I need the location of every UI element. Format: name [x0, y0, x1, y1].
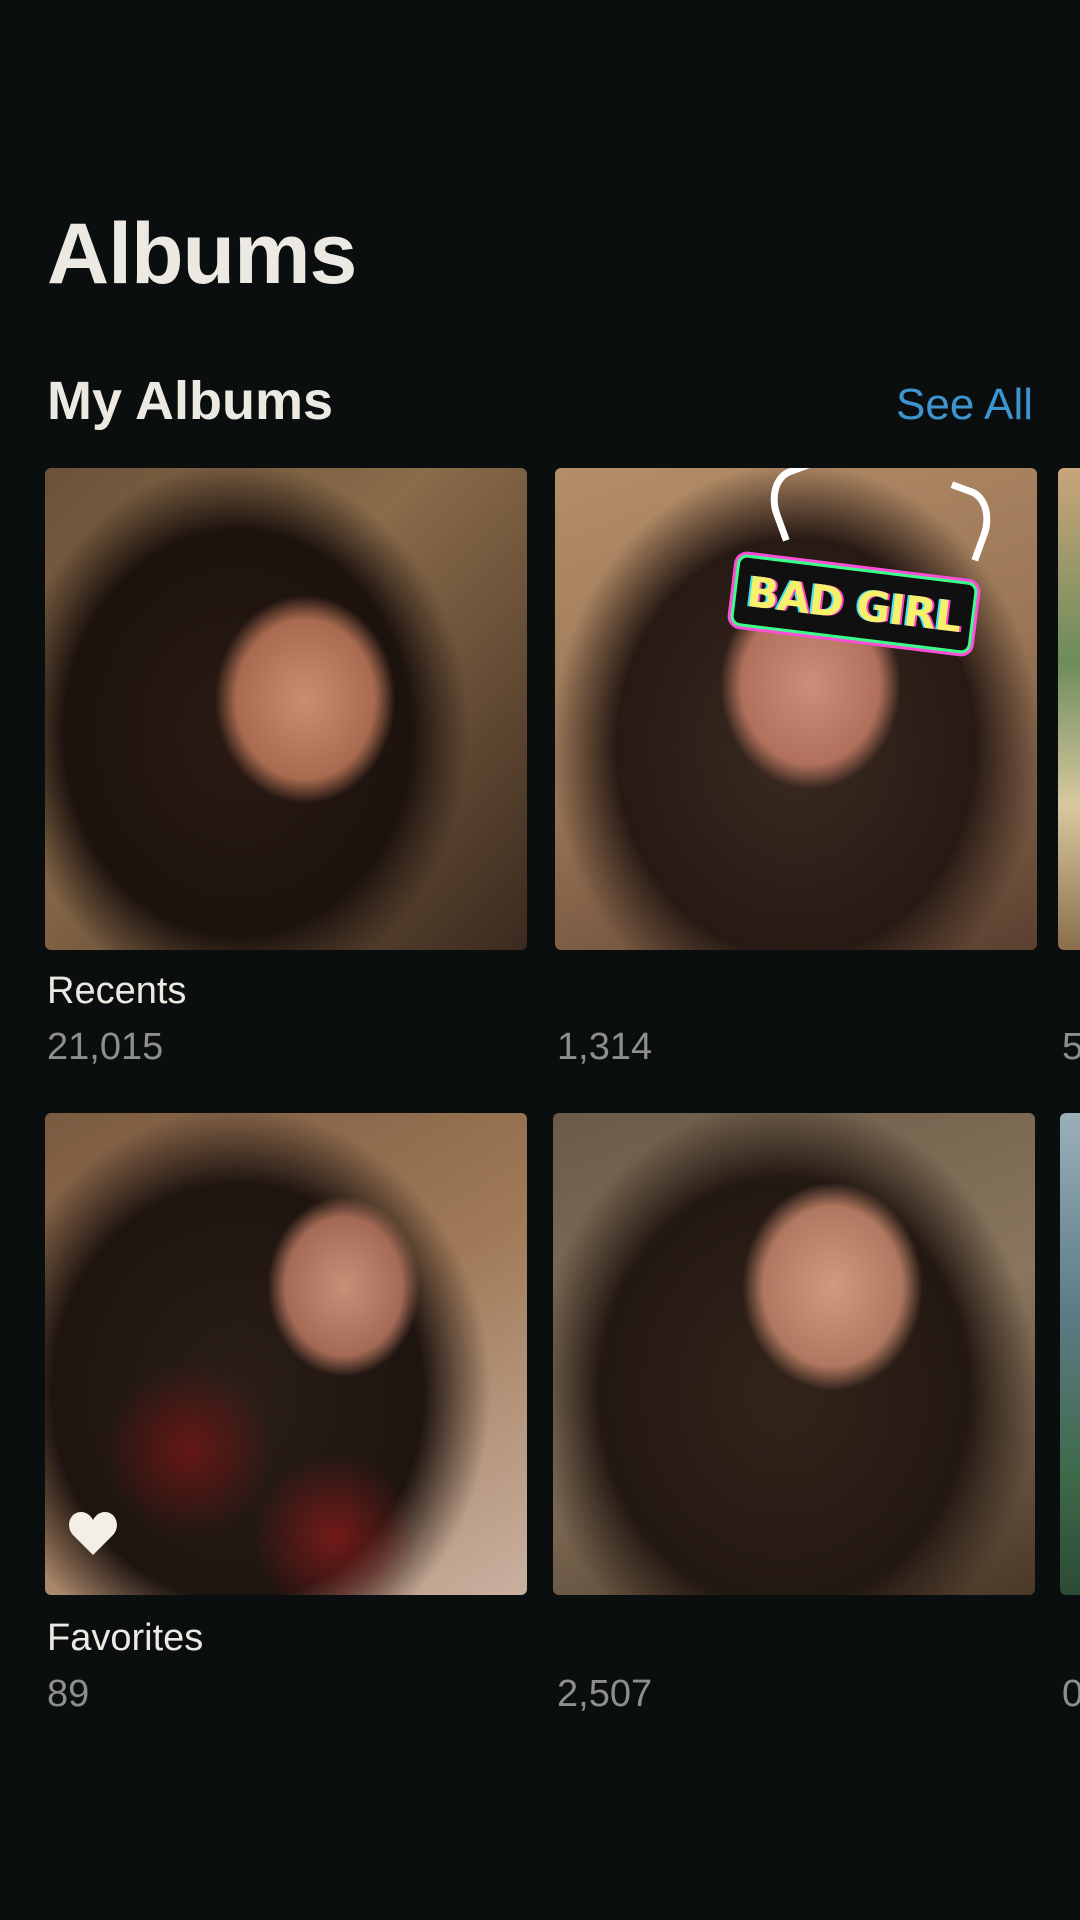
- sticker-text: BAD GIRL: [744, 566, 964, 642]
- heart-icon: [69, 1512, 117, 1555]
- section-title-my-albums: My Albums: [47, 371, 334, 431]
- album-cover-image: [45, 468, 527, 950]
- sticker-badge: BAD GIRL: [729, 553, 979, 655]
- see-all-link[interactable]: See All: [896, 380, 1033, 430]
- album-count: 89: [47, 1673, 90, 1715]
- album-count: 1,314: [557, 1026, 653, 1068]
- devil-horn-right-icon: [930, 481, 1001, 562]
- album-tile-recents[interactable]: [45, 468, 527, 950]
- album-count: 5: [1062, 1026, 1080, 1068]
- album-name: Recents: [47, 970, 187, 1012]
- album-tile-favorites[interactable]: [45, 1113, 527, 1595]
- album-cover-image: [553, 1113, 1035, 1595]
- album-count: 0: [1062, 1673, 1080, 1715]
- albums-screen: Albums My Albums See All Recents 21,015 …: [0, 0, 1080, 1920]
- album-name: Favorites: [47, 1617, 204, 1659]
- album-cover-image: [45, 1113, 527, 1595]
- album-tile-6-partial[interactable]: [1060, 1113, 1080, 1595]
- album-count: 21,015: [47, 1026, 164, 1068]
- album-tile-5[interactable]: [553, 1113, 1035, 1595]
- album-tile-3-partial[interactable]: [1058, 468, 1080, 950]
- album-cover-image: BAD GIRL: [555, 468, 1037, 950]
- album-cover-image: [1060, 1113, 1080, 1595]
- album-count: 2,507: [557, 1673, 653, 1715]
- page-title: Albums: [47, 206, 357, 302]
- album-tile-2[interactable]: BAD GIRL: [555, 468, 1037, 950]
- devil-horn-left-icon: [760, 468, 831, 542]
- album-cover-image: [1058, 468, 1080, 950]
